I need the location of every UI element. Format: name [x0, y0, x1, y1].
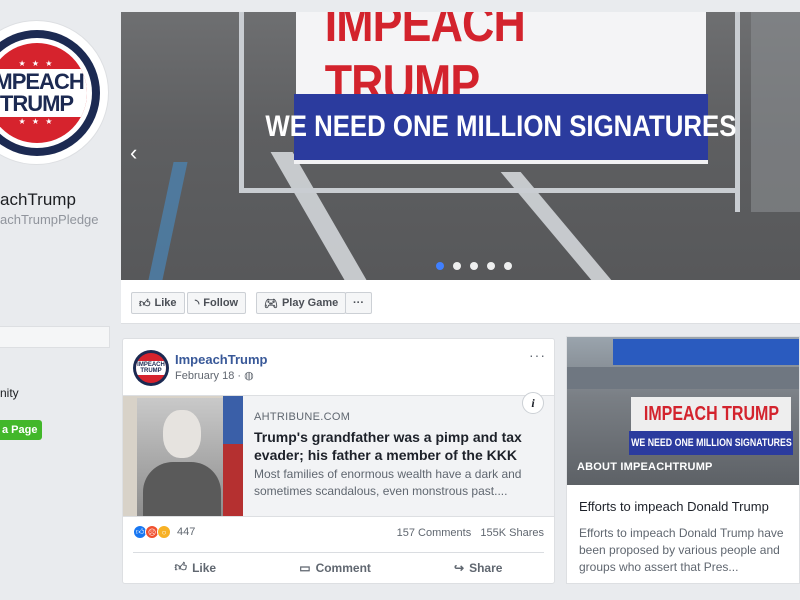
avatar-text: IMPEACH TRUMP [136, 361, 166, 375]
about-sign-bottom-text: WE NEED ONE MILLION SIGNATURES [630, 437, 792, 449]
post-comment-button[interactable]: ▭ Comment [299, 561, 371, 575]
sign-pole [239, 12, 244, 192]
tent-canopy [613, 339, 799, 365]
chevron-left-icon[interactable]: ‹ [130, 140, 137, 166]
shares-count[interactable]: 155K Shares [480, 527, 544, 539]
logo-line-2: TRUMP [0, 90, 74, 116]
cover-photo[interactable]: IMPEACH TRUMP WE NEED ONE MILLION SIGNAT… [121, 12, 800, 280]
link-title[interactable]: Trump's grandfather was a pimp and tax e… [254, 428, 544, 464]
post-comment-label: Comment [315, 560, 371, 575]
logo-stars-bottom: ★ ★ ★ [18, 116, 55, 126]
post-author[interactable]: ImpeachTrump [175, 352, 267, 367]
page-name[interactable]: achTrump [0, 190, 76, 210]
reaction-count: 447 [177, 526, 196, 538]
portrait-face [163, 410, 201, 458]
logo-ring: ★ ★ ★ IMPEACH TRUMP ★ ★ ★ [0, 29, 100, 156]
post-timestamp[interactable]: February 18 · ◍ [175, 369, 254, 382]
parking-line [270, 152, 374, 280]
link-description: Most families of enormous wealth have a … [254, 467, 522, 498]
carousel-dots [436, 262, 512, 270]
wow-reaction-icon: ○ [157, 525, 171, 539]
cover-sign-top: IMPEACH TRUMP [296, 12, 706, 113]
post-avatar[interactable]: IMPEACH TRUMP [133, 350, 169, 386]
carousel-dot[interactable] [453, 262, 461, 270]
carousel-dot[interactable] [470, 262, 478, 270]
page-profile-picture[interactable]: ★ ★ ★ IMPEACH TRUMP ★ ★ ★ [0, 20, 109, 165]
parking-line [148, 162, 188, 280]
play-game-button[interactable]: 🎮︎ Play Game [256, 292, 347, 314]
share-icon: ↪ [454, 560, 465, 575]
post-like-label: Like [192, 560, 217, 575]
link-thumbnail [123, 396, 243, 516]
comment-icon: ▭ [299, 560, 311, 575]
feed-post: IMPEACH TRUMP ImpeachTrump February 18 ·… [122, 338, 555, 584]
cover-sign-bottom-text: WE NEED ONE MILLION SIGNATURES [265, 110, 737, 143]
left-nav-item[interactable] [0, 326, 110, 348]
about-label: ABOUT IMPEACHTRUMP [577, 461, 713, 473]
gamepad-icon: 🎮︎ [264, 297, 278, 310]
avatar-badge: IMPEACH TRUMP [136, 353, 166, 383]
parked-cars [567, 367, 799, 389]
thumbs-up-icon: 👍︎ [174, 560, 188, 574]
link-domain: AHTRIBUNE.COM [254, 411, 351, 423]
about-image: IMPEACH TRUMP WE NEED ONE MILLION SIGNAT… [567, 337, 799, 485]
comments-count[interactable]: 157 Comments [397, 527, 472, 539]
reaction-summary[interactable]: 👍︎ ☹ ○ 447 [133, 525, 195, 539]
carousel-dot[interactable] [436, 262, 444, 270]
carousel-dot[interactable] [504, 262, 512, 270]
about-sign-bottom: WE NEED ONE MILLION SIGNATURES [629, 431, 793, 455]
info-icon[interactable]: i [522, 392, 544, 414]
rss-icon: ◝ [195, 297, 200, 310]
logo-inner: ★ ★ ★ IMPEACH TRUMP ★ ★ ★ [0, 37, 92, 148]
post-share-label: Share [469, 560, 503, 575]
follow-label: Follow [203, 297, 239, 309]
carousel-dot[interactable] [487, 262, 495, 270]
about-body: Efforts to impeach Donald Trump have bee… [579, 526, 784, 574]
table-chair [751, 12, 800, 212]
post-more-button[interactable]: ··· [529, 347, 546, 363]
left-sidebar: ★ ★ ★ IMPEACH TRUMP ★ ★ ★ achTrump achTr… [0, 0, 120, 600]
create-page-button[interactable]: a Page [0, 420, 42, 440]
about-title[interactable]: Efforts to impeach Donald Trump [579, 499, 769, 514]
cover-sign-bottom: WE NEED ONE MILLION SIGNATURES [265, 94, 737, 164]
page-action-bar: 👍︎ Like ◝ Follow 🎮︎ Play Game ··· [121, 280, 800, 324]
avatar-line-2: TRUMP [140, 368, 162, 374]
post-date-text: February 18 · [175, 370, 245, 382]
like-page-button[interactable]: 👍︎ Like [131, 292, 185, 314]
logo-badge: ★ ★ ★ IMPEACH TRUMP ★ ★ ★ [0, 42, 87, 143]
more-options-button[interactable]: ··· [345, 292, 372, 314]
community-label: nity [0, 386, 19, 400]
follow-button[interactable]: ◝ Follow [187, 292, 247, 314]
logo-text: IMPEACH TRUMP [0, 68, 87, 117]
about-sign-top: IMPEACH TRUMP [631, 397, 791, 431]
about-card[interactable]: IMPEACH TRUMP WE NEED ONE MILLION SIGNAT… [566, 336, 800, 584]
logo-stars-top: ★ ★ ★ [18, 58, 55, 68]
portrait-flag [223, 396, 243, 516]
portrait-suit [143, 462, 221, 516]
play-game-label: Play Game [281, 297, 339, 309]
link-preview[interactable]: i AHTRIBUNE.COM Trump's grandfather was … [123, 392, 554, 517]
globe-icon: ◍ [244, 370, 254, 382]
thumbs-up-icon: 👍︎ [139, 297, 151, 310]
post-share-button[interactable]: ↪ Share [454, 561, 502, 575]
post-action-bar: 👍︎ Like ▭ Comment ↪ Share [133, 552, 544, 582]
page-handle[interactable]: achTrumpPledge [0, 212, 99, 227]
about-sign-top-text: IMPEACH TRUMP [643, 402, 779, 425]
logo-line-1: IMPEACH [0, 68, 85, 94]
post-stats: 157 Comments 155K Shares [397, 527, 544, 539]
sign-base [239, 188, 739, 193]
like-page-label: Like [154, 297, 177, 309]
post-like-button[interactable]: 👍︎ Like [175, 560, 217, 575]
